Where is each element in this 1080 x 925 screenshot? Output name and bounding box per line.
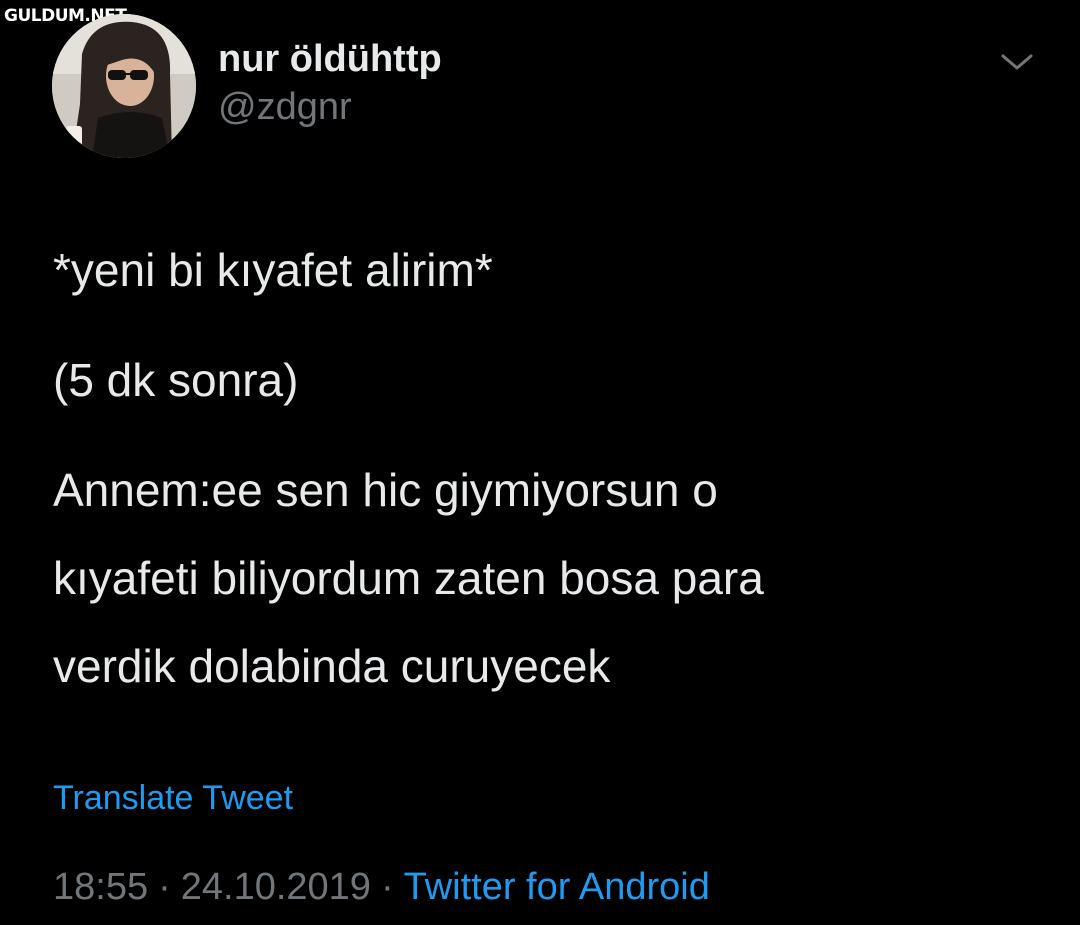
tweet-source-link[interactable]: Twitter for Android — [404, 866, 710, 908]
translate-tweet-link[interactable]: Translate Tweet — [53, 779, 293, 818]
tweet-line: Annem:ee sen hic giymiyorsun o — [53, 464, 718, 516]
tweet-time[interactable]: 18:55 — [53, 866, 148, 908]
tweet-meta: 18:55 · 24.10.2019 · Twitter for Android — [53, 866, 710, 909]
tweet-line: *yeni bi kıyafet alirim* — [53, 244, 493, 296]
tweet-paragraph: Annem:ee sen hic giymiyorsun o kıyafeti … — [53, 446, 1053, 710]
user-handle[interactable]: @zdgnr — [218, 84, 442, 130]
tweet-line: (5 dk sonra) — [53, 354, 299, 406]
tweet-line: verdik dolabinda curuyecek — [53, 640, 611, 692]
chevron-down-icon[interactable] — [999, 50, 1035, 74]
avatar[interactable] — [52, 14, 196, 158]
tweet-date[interactable]: 24.10.2019 — [181, 866, 371, 908]
separator: · — [158, 866, 171, 908]
profile-photo — [52, 14, 196, 158]
separator: · — [380, 866, 394, 908]
display-name[interactable]: nur öldühttp — [218, 36, 442, 82]
tweet-text: *yeni bi kıyafet alirim* (5 dk sonra) An… — [53, 226, 1053, 710]
tweet-header: nur öldühttp @zdgnr — [52, 14, 1052, 160]
user-info: nur öldühttp @zdgnr — [218, 36, 442, 130]
tweet-line: kıyafeti biliyordum zaten bosa para — [53, 552, 764, 604]
